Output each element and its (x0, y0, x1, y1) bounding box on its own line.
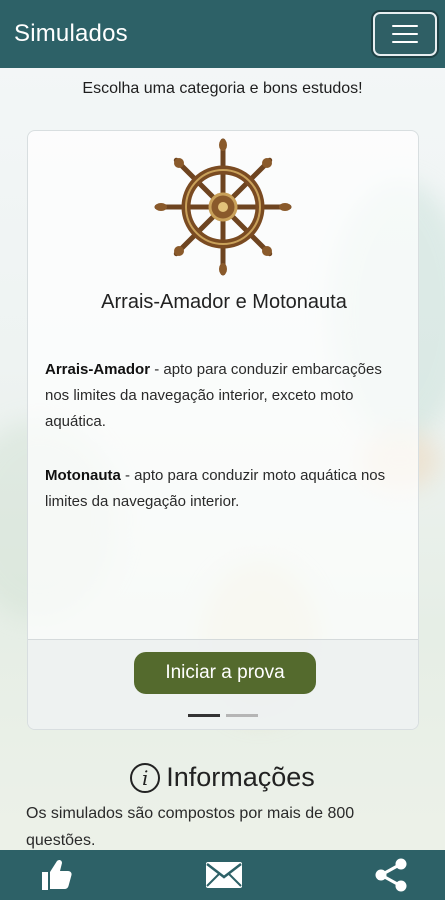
bottom-navigation (0, 850, 445, 900)
card-footer: Iniciar a prova (28, 639, 418, 729)
description-term: Motonauta (45, 467, 121, 484)
app-bar: Simulados (0, 0, 445, 68)
info-section-heading: i Informações (0, 762, 445, 793)
info-icon: i (130, 762, 161, 793)
category-card: Arrais-Amador e Motonauta Arrais-Amador … (27, 130, 419, 730)
share-icon (375, 858, 407, 892)
contact-button[interactable] (204, 855, 244, 895)
category-description: Motonauta - apto para conduzir moto aquá… (45, 463, 405, 515)
page-subtitle: Escolha uma categoria e bons estudos! (82, 80, 363, 97)
share-button[interactable] (371, 855, 411, 895)
carousel-indicator (188, 714, 258, 717)
carousel-dot-active[interactable] (188, 714, 220, 717)
hamburger-menu-icon (392, 25, 418, 27)
category-description: Arrais-Amador - apto para conduzir embar… (45, 357, 405, 435)
like-button[interactable] (36, 855, 76, 895)
description-term: Arrais-Amador (45, 361, 151, 378)
hamburger-menu-button[interactable] (373, 12, 437, 56)
start-exam-button[interactable]: Iniciar a prova (134, 652, 316, 694)
info-heading-text: Informações (166, 762, 315, 792)
carousel-dot[interactable] (226, 714, 258, 717)
ship-wheel-icon (154, 138, 292, 276)
mail-icon (205, 862, 242, 888)
app-title: Simulados (14, 20, 128, 47)
category-title: Arrais-Amador e Motonauta (101, 291, 347, 313)
info-text: Os simulados são compostos por mais de 8… (26, 805, 355, 849)
thumbs-up-icon (42, 859, 72, 890)
